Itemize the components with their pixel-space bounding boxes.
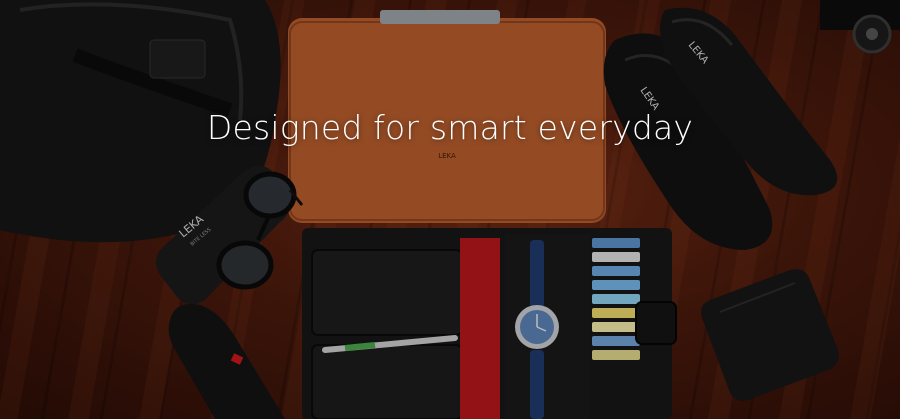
- hero-headline: Designed for smart everyday: [206, 108, 694, 147]
- hero-banner: LEKA LEKA LEKA LEKA BITE LESS Designed f…: [0, 0, 900, 419]
- image-darkening-overlay: [0, 0, 900, 419]
